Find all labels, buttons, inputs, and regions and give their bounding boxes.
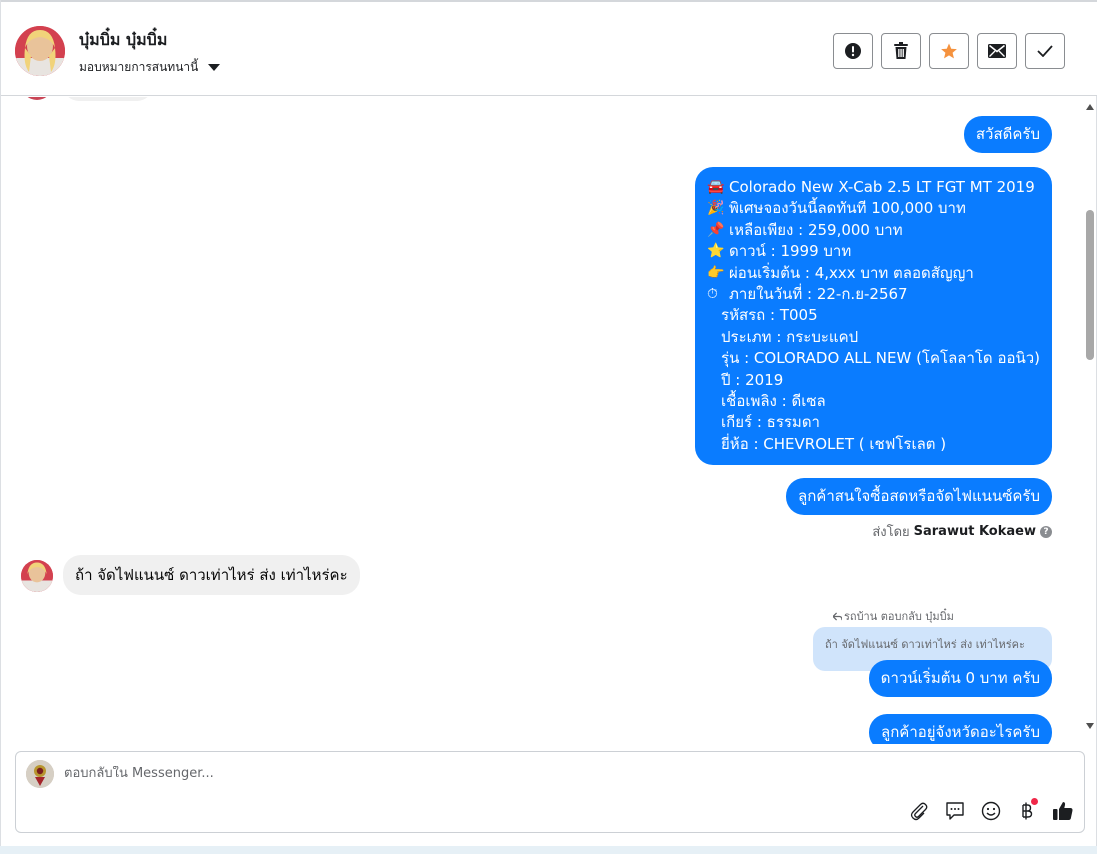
- delete-button[interactable]: [881, 33, 921, 69]
- contact-avatar-partial: [21, 97, 53, 100]
- reply-label-text: รถบ้าน ตอบกลับ บุ๋มบิ๋ม: [844, 610, 954, 623]
- reply-arrow-icon: [833, 611, 842, 621]
- pin-icon: 📌: [707, 221, 725, 238]
- star-button[interactable]: [929, 33, 969, 69]
- paperclip-icon: [910, 802, 928, 821]
- outgoing-message[interactable]: ลูกค้าอยู่จังหวัดอะไรครับ: [869, 714, 1052, 744]
- incoming-message[interactable]: ถ้า จัดไฟแนนซ์ ดาวเท่าไหร่ ส่ง เท่าไหร่ค…: [63, 555, 360, 595]
- pointing-hand-icon: 👉: [707, 264, 725, 281]
- promo-line: 📌 เหลือเพียง : 259,000 บาท: [707, 220, 1040, 241]
- emoji-button[interactable]: [980, 800, 1002, 822]
- chat-bubble-icon: [946, 802, 964, 820]
- header-toolbar: [833, 33, 1065, 69]
- page-avatar: [26, 760, 54, 788]
- reply-input[interactable]: [64, 766, 864, 781]
- envelope-icon: [988, 44, 1006, 58]
- car-icon: 🚘: [707, 179, 725, 195]
- alert-icon: [845, 43, 861, 59]
- thread-scrollbar[interactable]: [1084, 97, 1096, 744]
- sent-by-prefix: ส่งโดย: [872, 525, 910, 540]
- promo-line: ประเภท : กระบะแคป: [721, 327, 859, 346]
- conversation-header: บุ๋มบิ๋ม บุ๋มบิ๋ม มอบหมายการสนทนานี้: [1, 0, 1097, 96]
- outgoing-message[interactable]: ลูกค้าสนใจซื้อสดหรือจัดไฟแนนซ์ครับ: [786, 478, 1052, 516]
- mark-done-button[interactable]: [1025, 33, 1065, 69]
- mark-spam-button[interactable]: [833, 33, 873, 69]
- inbox-conversation-panel: บุ๋มบิ๋ม บุ๋มบิ๋ม มอบหมายการสนทนานี้ สวั…: [0, 0, 1097, 846]
- scroll-down-arrow-icon[interactable]: [1086, 723, 1094, 729]
- mark-unread-button[interactable]: [977, 33, 1017, 69]
- star-icon: [941, 43, 957, 59]
- scrollbar-thumb[interactable]: [1086, 210, 1094, 360]
- saved-replies-button[interactable]: [944, 800, 966, 822]
- promo-line: 🎉 พิเศษจองวันนี้ลดทันที 100,000 บาท: [707, 198, 1040, 219]
- sent-by-label: ส่งโดย Sarawut Kokaew ?: [872, 521, 1052, 542]
- contact-avatar[interactable]: [15, 26, 65, 76]
- promo-line: เกียร์ : ธรรมดา: [721, 413, 820, 432]
- promo-line: รหัสรถ : T005: [721, 306, 818, 325]
- help-icon[interactable]: ?: [1040, 525, 1052, 538]
- caret-down-icon: [208, 64, 221, 71]
- scroll-up-arrow-icon[interactable]: [1086, 104, 1094, 110]
- emoji-icon: [981, 801, 1001, 821]
- attach-button[interactable]: [908, 800, 930, 822]
- reply-label: รถบ้าน ตอบกลับ บุ๋มบิ๋ม: [833, 607, 954, 625]
- promo-line: ⭐ ดาวน์ : 1999 บาท: [707, 241, 1040, 262]
- notification-dot: [1031, 798, 1038, 805]
- outgoing-message[interactable]: สวัสดีครับ: [963, 116, 1052, 154]
- trash-icon: [894, 42, 908, 59]
- timer-icon: ⏱: [707, 286, 718, 303]
- outgoing-promo-message[interactable]: 🚘 Colorado New X-Cab 2.5 LT FGT MT 2019 🎉…: [695, 167, 1052, 466]
- party-popper-icon: 🎉: [707, 200, 725, 217]
- thumbs-up-icon: [1053, 802, 1073, 820]
- star-emoji-icon: ⭐: [707, 243, 725, 260]
- promo-line: 👉 ผ่อนเริ่มต้น : 4,xxx บาท ตลอดสัญญา: [707, 263, 1040, 284]
- assign-conversation-dropdown[interactable]: มอบหมายการสนทนานี้: [79, 58, 221, 77]
- contact-name[interactable]: บุ๋มบิ๋ม บุ๋มบิ๋ม: [79, 28, 167, 53]
- sender-name[interactable]: Sarawut Kokaew: [914, 524, 1036, 539]
- promo-line: รุ่น : COLORADO ALL NEW (โคโลลาโด ออนิว): [721, 349, 1040, 368]
- like-button[interactable]: [1052, 800, 1074, 822]
- outgoing-message[interactable]: ดาวน์เริ่มต้น 0 บาท ครับ: [868, 660, 1052, 698]
- promo-line: ⏱ ภายในวันที่ : 22-ก.ย-2567: [707, 284, 1040, 305]
- message-thread[interactable]: สวัสดีครับ 🚘 Colorado New X-Cab 2.5 LT FG…: [1, 97, 1082, 744]
- promo-line: 🚘 Colorado New X-Cab 2.5 LT FGT MT 2019: [707, 177, 1040, 198]
- promo-line: ยี่ห้อ : CHEVROLET ( เชฟโรเลต ): [721, 434, 947, 453]
- promo-line: ปี : 2019: [721, 370, 784, 389]
- incoming-message-partial: [63, 97, 153, 101]
- promo-line: เชื้อเพลิง : ดีเซล: [721, 392, 826, 411]
- contact-avatar-small[interactable]: [21, 560, 53, 592]
- payment-button[interactable]: [1016, 798, 1038, 822]
- composer-tools: [908, 798, 1074, 822]
- assign-label: มอบหมายการสนทนานี้: [79, 60, 199, 74]
- message-composer: [15, 751, 1085, 833]
- check-icon: [1037, 45, 1053, 57]
